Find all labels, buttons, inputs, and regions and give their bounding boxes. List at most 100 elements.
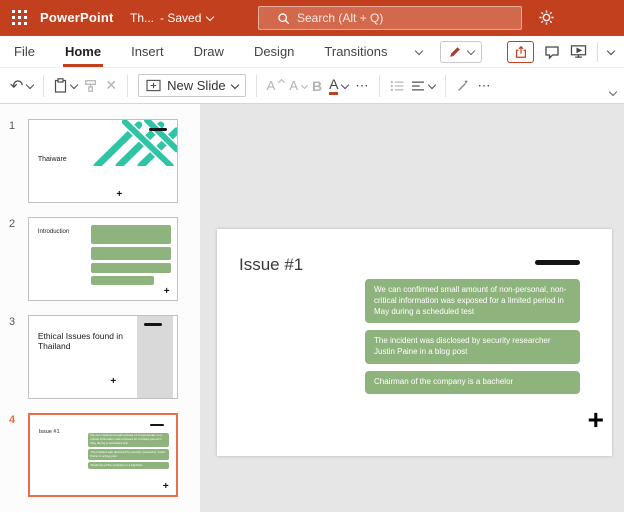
slide-title[interactable]: Issue #1 <box>239 255 303 275</box>
mini-textboxes: We can confirmed small amount of non-per… <box>88 432 169 469</box>
app-launcher-icon[interactable] <box>12 10 27 30</box>
slide-thumbnail-1[interactable]: Thaiware + <box>28 119 178 203</box>
more-commands-button[interactable]: ⋯ <box>477 78 491 94</box>
document-title-group[interactable]: Th... - Saved <box>130 11 215 25</box>
pen-icon <box>449 46 460 57</box>
slide-row-4: 4 Issue #1 We can confirmed small amount… <box>0 413 200 497</box>
textbox-1[interactable]: We can confirmed small amount of non-per… <box>365 279 580 324</box>
share-icon <box>515 45 526 58</box>
mini-textboxes <box>91 225 172 286</box>
delete-button[interactable]: ✕ <box>105 77 117 94</box>
ribbon-menu-bar: File Home Insert Draw Design Transitions <box>0 36 624 68</box>
slide-thumbnail-3[interactable]: Ethical Issues found in Thailand + <box>28 315 178 399</box>
ribbon-toolbar: ↶ ✕ New Slide A A B A ⋯ ⋯ <box>0 68 624 104</box>
caret-up-icon <box>278 78 286 87</box>
chevron-down-icon <box>466 46 475 55</box>
decrease-font-button[interactable]: A <box>289 78 309 93</box>
comment-icon <box>545 45 559 60</box>
caret-down-icon <box>300 81 309 90</box>
mini-plus-shape: + <box>116 188 123 200</box>
bullet-list-icon <box>391 80 404 91</box>
increase-font-button[interactable]: A <box>267 78 286 93</box>
powerpoint-web-app: PowerPoint Th... - Saved Search (Alt + Q… <box>0 0 624 513</box>
search-input[interactable]: Search (Alt + Q) <box>258 6 522 30</box>
divider <box>255 74 257 97</box>
thumb-title: Thaiware <box>37 156 67 164</box>
undo-icon: ↶ <box>10 77 24 95</box>
format-painter-button[interactable] <box>84 79 98 93</box>
search-placeholder: Search (Alt + Q) <box>297 11 384 25</box>
menu-home[interactable]: Home <box>62 36 104 67</box>
menu-draw[interactable]: Draw <box>192 36 226 67</box>
slide-thumbnail-2[interactable]: Introduction + <box>28 217 178 301</box>
designer-button[interactable] <box>456 79 470 93</box>
mini-textbox: Chairman of the company is a bachelor <box>88 462 169 469</box>
slide-textboxes: We can confirmed small amount of non-per… <box>365 279 580 394</box>
new-slide-label: New Slide <box>167 78 226 93</box>
chevron-down-icon <box>230 80 239 89</box>
share-button[interactable] <box>507 40 534 63</box>
chevron-down-icon <box>341 80 350 89</box>
present-button[interactable] <box>570 44 587 59</box>
menu-transitions[interactable]: Transitions <box>322 36 389 67</box>
bold-button[interactable]: B <box>312 78 322 94</box>
mini-plus-shape: + <box>110 376 117 388</box>
more-tabs-chevron-icon[interactable] <box>414 36 423 67</box>
divider <box>597 41 598 62</box>
comments-button[interactable] <box>544 44 560 60</box>
undo-button[interactable]: ↶ <box>10 76 35 96</box>
slide-canvas-area: Issue #1 We can confirmed small amount o… <box>200 104 624 512</box>
present-icon <box>570 45 587 58</box>
menu-insert[interactable]: Insert <box>129 36 166 67</box>
mini-plus-shape: + <box>163 285 170 297</box>
mini-textbox <box>91 247 172 261</box>
divider <box>127 74 129 97</box>
collapse-ribbon-chevron-icon[interactable] <box>608 82 618 100</box>
document-title[interactable]: Th... <box>130 11 154 25</box>
format-painter-icon <box>85 79 97 92</box>
chevron-down-icon[interactable] <box>206 12 215 22</box>
app-name[interactable]: PowerPoint <box>40 10 114 25</box>
new-slide-button[interactable]: New Slide <box>138 74 246 97</box>
chevron-down-icon <box>70 80 79 89</box>
clipboard-icon <box>55 78 67 93</box>
present-dropdown-chevron-icon[interactable] <box>606 46 616 55</box>
menu-file[interactable]: File <box>12 36 37 67</box>
thumb-title: Issue #1 <box>38 428 60 435</box>
dash-shape[interactable] <box>535 260 580 265</box>
slide-editing-surface[interactable]: Issue #1 We can confirmed small amount o… <box>217 229 612 456</box>
bullet-list-button[interactable] <box>390 80 404 92</box>
slide-row-1: 1 Thaiware + <box>0 119 200 203</box>
slide-number: 2 <box>9 218 16 230</box>
slide-number: 4 <box>9 414 16 426</box>
settings-gear-icon[interactable] <box>538 9 555 31</box>
mini-dash-shape <box>148 128 167 132</box>
mini-dash-shape <box>144 323 163 327</box>
pen-tool-button[interactable] <box>439 40 482 63</box>
teal-network-pattern <box>93 120 177 166</box>
search-icon <box>278 12 290 24</box>
divider <box>445 74 447 97</box>
plus-shape[interactable]: + <box>588 406 604 434</box>
slide-number: 3 <box>9 316 16 328</box>
new-slide-icon <box>146 79 161 92</box>
menu-design[interactable]: Design <box>252 36 296 67</box>
workspace: 1 Thaiware + 2 Introduction + 3 Ethical … <box>0 104 624 512</box>
align-button[interactable] <box>411 80 437 92</box>
divider <box>43 74 45 97</box>
textbox-3[interactable]: Chairman of the company is a bachelor <box>365 370 580 394</box>
thumb-title: Ethical Issues found in Thailand <box>37 330 123 352</box>
slide-thumbnail-4-selected[interactable]: Issue #1 We can confirmed small amount o… <box>28 413 178 497</box>
font-color-a-icon: A <box>329 77 339 95</box>
paste-button[interactable] <box>54 78 79 93</box>
textbox-2[interactable]: The incident was disclosed by security r… <box>365 330 580 364</box>
mini-textbox <box>91 225 172 245</box>
mini-dash-shape <box>149 423 165 426</box>
chevron-down-icon <box>26 80 35 89</box>
slide-row-3: 3 Ethical Issues found in Thailand + <box>0 315 200 399</box>
designer-wand-icon <box>458 79 468 91</box>
more-font-options-button[interactable]: ⋯ <box>355 78 369 94</box>
save-status: - Saved <box>160 11 202 25</box>
chevron-down-icon <box>428 80 437 89</box>
font-color-button[interactable]: A <box>329 77 350 95</box>
